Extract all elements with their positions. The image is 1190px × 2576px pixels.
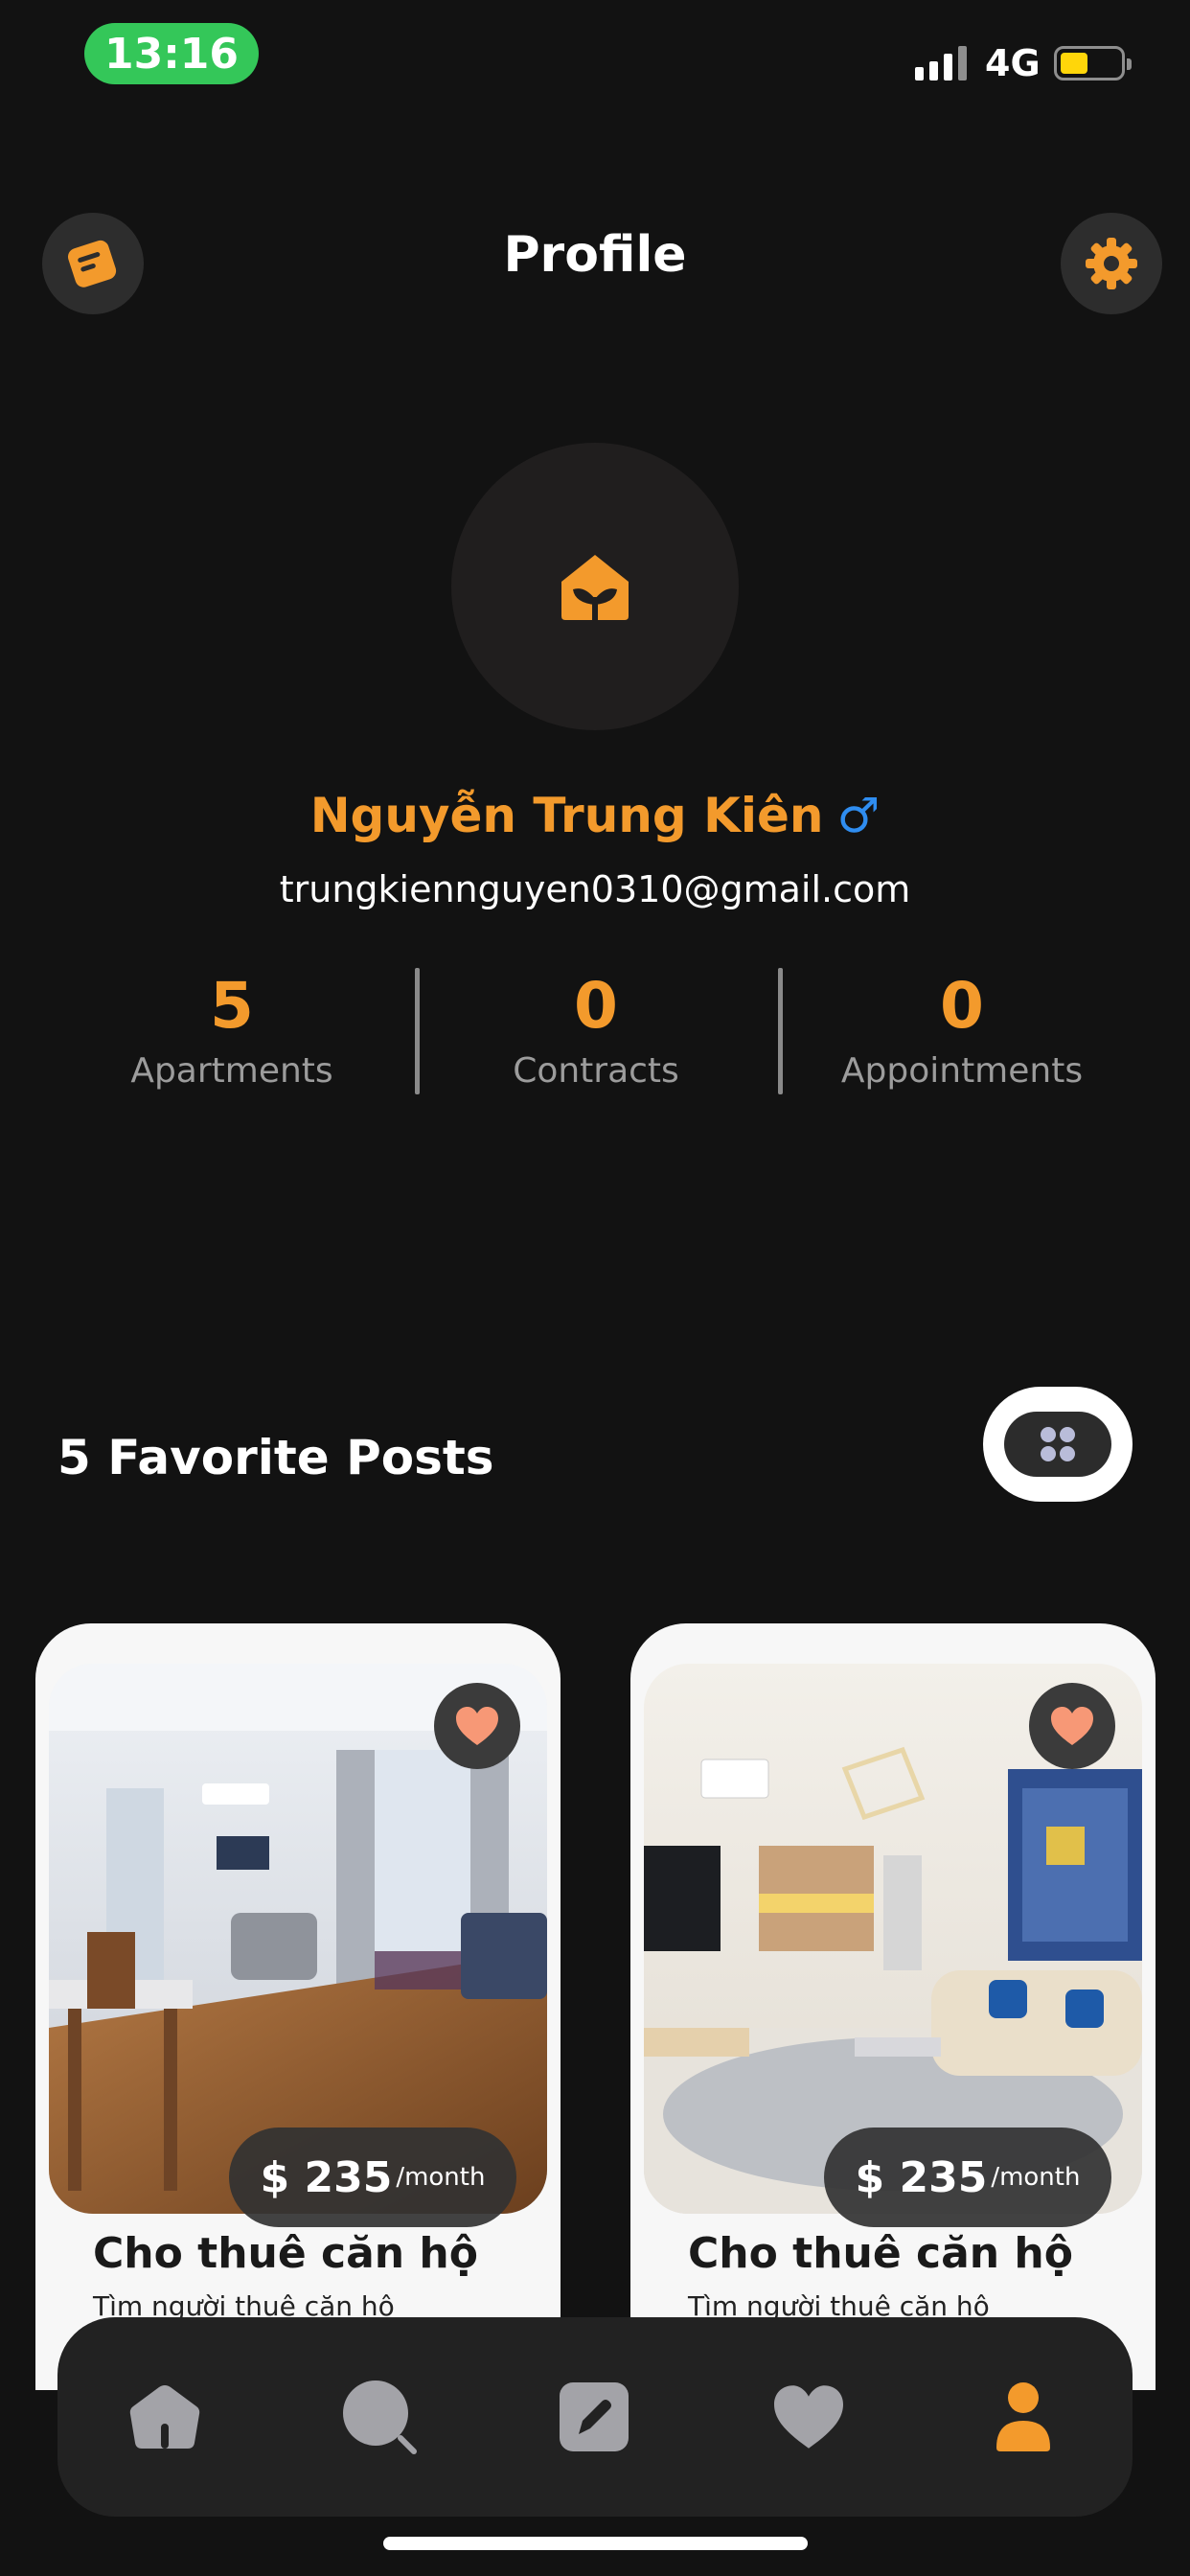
price-badge: $ 235/month xyxy=(824,2128,1111,2227)
stat-label: Contracts xyxy=(513,1051,679,1092)
nav-create-post[interactable] xyxy=(537,2359,652,2474)
status-bar: 13:16 4G xyxy=(0,0,1190,115)
nav-favorites[interactable] xyxy=(751,2359,866,2474)
nav-profile[interactable] xyxy=(966,2359,1081,2474)
stat-label: Appointments xyxy=(840,1051,1084,1092)
nav-search[interactable] xyxy=(322,2359,437,2474)
page-title: Profile xyxy=(503,226,687,284)
stat-apartments[interactable]: 5 Apartments xyxy=(50,968,414,1091)
stat-value: 0 xyxy=(940,969,984,1043)
search-icon xyxy=(343,2380,417,2454)
stat-value: 0 xyxy=(574,969,618,1043)
home-icon xyxy=(129,2385,200,2449)
heart-icon xyxy=(1051,1707,1093,1745)
price-amount: $ 235 xyxy=(260,2152,393,2202)
home-indicator[interactable] xyxy=(383,2537,808,2550)
price-unit: /month xyxy=(396,2163,486,2192)
favorite-button[interactable] xyxy=(434,1683,520,1769)
gender-male-icon: ♂ xyxy=(836,788,881,843)
user-email: trungkiennguyen0310@gmail.com xyxy=(279,868,911,910)
favorites-title: 5 Favorite Posts xyxy=(57,1430,494,1485)
heart-icon xyxy=(774,2385,843,2449)
edit-post-icon xyxy=(560,2382,629,2451)
battery-icon xyxy=(1054,46,1132,80)
bottom-nav xyxy=(57,2317,1133,2517)
favorite-button[interactable] xyxy=(1029,1683,1115,1769)
price-amount: $ 235 xyxy=(855,2152,988,2202)
status-time: 13:16 xyxy=(84,23,259,84)
stat-value: 5 xyxy=(210,969,254,1043)
user-name: Nguyễn Trung Kiên ♂ xyxy=(0,788,1190,843)
stat-contracts[interactable]: 0 Contracts xyxy=(414,968,778,1091)
nav-home[interactable] xyxy=(107,2359,222,2474)
home-sprout-icon xyxy=(561,555,629,620)
gear-icon xyxy=(1086,238,1137,289)
settings-button[interactable] xyxy=(1061,213,1162,314)
stat-appointments[interactable]: 0 Appointments xyxy=(780,968,1144,1091)
post-title: Cho thuê căn hộ xyxy=(93,2229,478,2278)
network-type: 4G xyxy=(985,42,1041,84)
post-card[interactable]: $ 235/month Cho thuê căn hộ Tìm người th… xyxy=(35,1623,561,2390)
price-unit: /month xyxy=(991,2163,1081,2192)
profile-stats: 5 Apartments 0 Contracts 0 Appointments xyxy=(0,968,1190,1121)
post-card[interactable]: $ 235/month Cho thuê căn hộ Tìm người th… xyxy=(630,1623,1156,2390)
heart-icon xyxy=(456,1707,498,1745)
grid-icon xyxy=(1041,1427,1075,1461)
post-title: Cho thuê căn hộ xyxy=(688,2229,1073,2278)
stat-label: Apartments xyxy=(130,1051,333,1092)
signal-icon xyxy=(915,44,967,80)
profile-icon xyxy=(996,2382,1050,2451)
price-badge: $ 235/month xyxy=(229,2128,516,2227)
avatar[interactable] xyxy=(451,443,739,730)
user-name-text: Nguyễn Trung Kiên xyxy=(309,788,824,843)
view-toggle-button[interactable] xyxy=(983,1387,1133,1502)
